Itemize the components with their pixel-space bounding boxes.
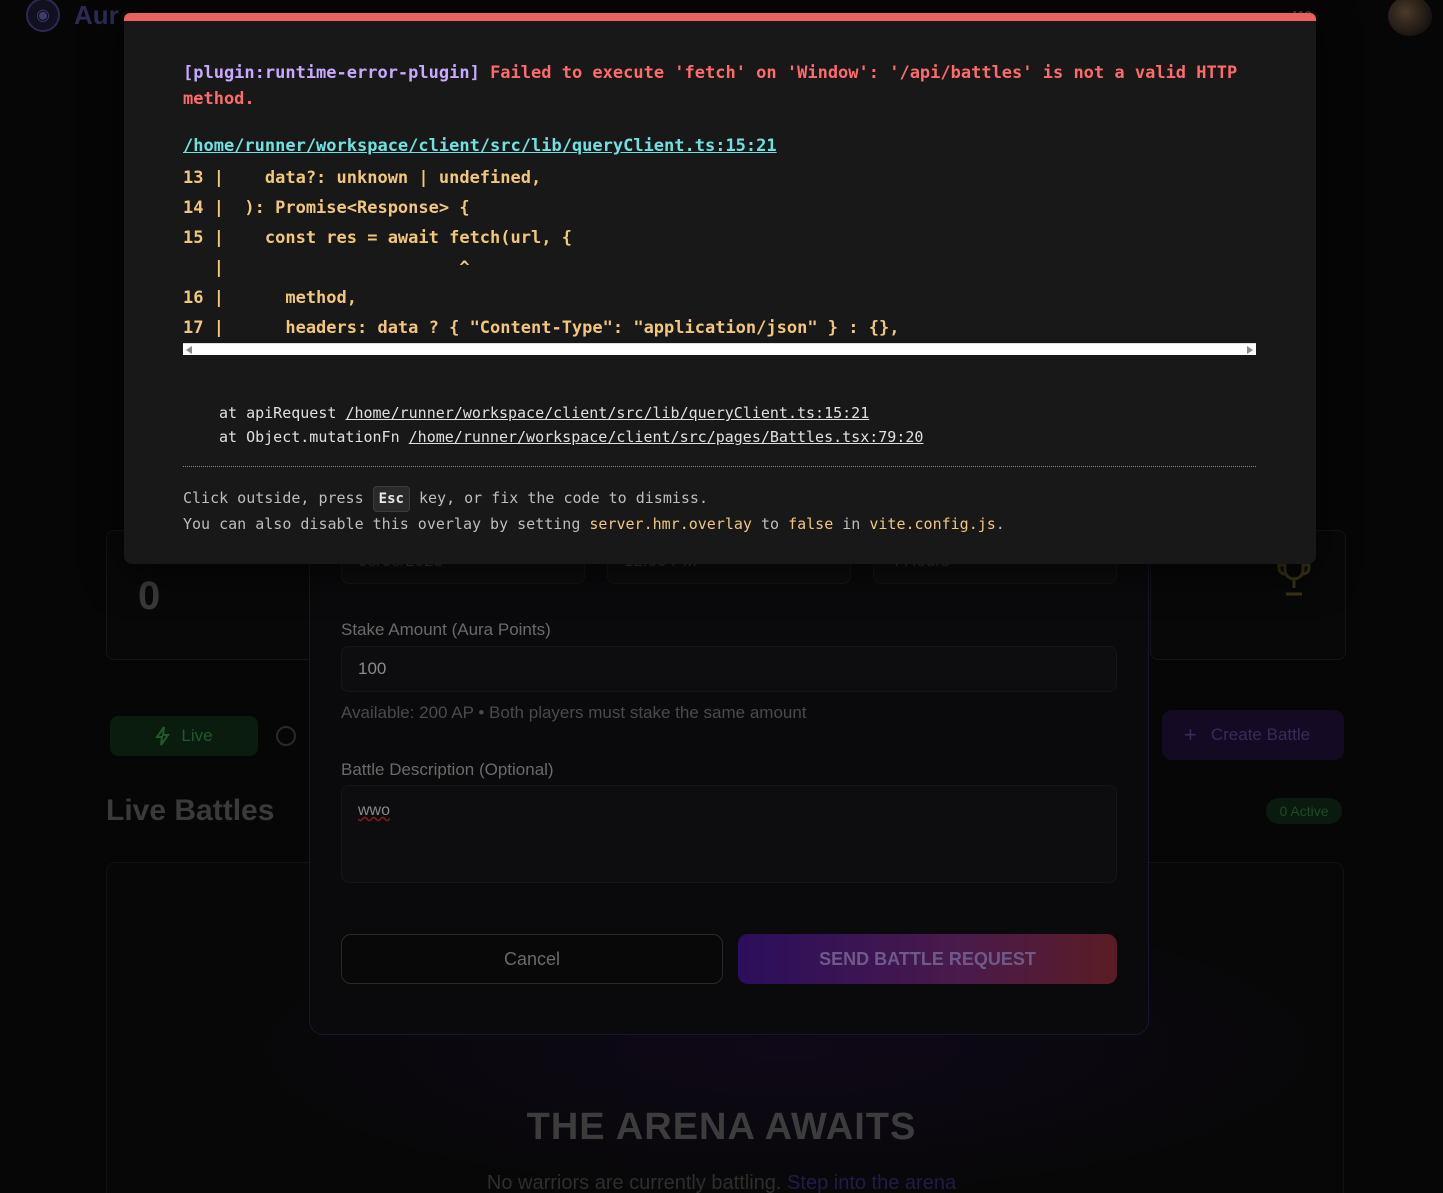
send-battle-request-button[interactable]: SEND BATTLE REQUEST	[738, 934, 1117, 984]
tip2-c: in	[833, 515, 870, 533]
create-battle-label: Create Battle	[1210, 725, 1311, 744]
code-line: | ^	[183, 258, 470, 278]
brand-logo-icon[interactable]: ◉	[26, 0, 60, 32]
step-into-arena-link[interactable]: Step into the arena	[787, 1172, 956, 1193]
create-battle-button[interactable]: + Create Battle	[1162, 710, 1344, 760]
cancel-button[interactable]: Cancel	[341, 934, 723, 984]
stack-frame: at Object.mutationFn /home/runner/worksp…	[219, 425, 923, 449]
tip2-setting: server.hmr.overlay	[589, 515, 752, 533]
stake-input[interactable]: 100	[341, 646, 1117, 692]
scroll-left-arrow-icon[interactable]	[186, 346, 192, 354]
stats-value: 0	[138, 574, 161, 618]
stake-help-text: Available: 200 AP • Both players must st…	[341, 703, 807, 722]
tip2-false: false	[788, 515, 834, 533]
dismiss-tip: Click outside, press Esc key, or fix the…	[183, 485, 708, 512]
stack-frame-fn: at apiRequest	[219, 404, 346, 422]
description-label: Battle Description (Optional)	[341, 760, 554, 779]
error-file-link[interactable]: /home/runner/workspace/client/src/lib/qu…	[183, 136, 777, 156]
error-plugin-name: [plugin:runtime-error-plugin]	[183, 63, 480, 83]
error-overlay[interactable]: [plugin:runtime-error-plugin] Failed to …	[124, 13, 1316, 564]
tab-live-label: Live	[181, 726, 213, 745]
clock-icon[interactable]	[276, 726, 296, 746]
esc-key: Esc	[372, 486, 410, 512]
code-horizontal-scrollbar[interactable]	[183, 343, 1256, 355]
stack-frame-fn: at Object.mutationFn	[219, 428, 409, 446]
stake-label: Stake Amount (Aura Points)	[341, 620, 551, 639]
stack-frame-path[interactable]: /home/runner/workspace/client/src/pages/…	[409, 428, 924, 446]
live-battles-title: Live Battles	[106, 794, 275, 827]
trophy-icon	[1277, 560, 1311, 596]
tip2-a: You can also disable this overlay by set…	[183, 515, 590, 533]
arena-subtitle: No warriors are currently battling. Step…	[0, 1172, 1443, 1193]
tab-live[interactable]: Live	[110, 716, 258, 756]
user-avatar[interactable]	[1388, 0, 1432, 36]
error-message: [plugin:runtime-error-plugin] Failed to …	[183, 60, 1263, 112]
code-line: 16 | method,	[183, 288, 357, 308]
description-value: wwo	[358, 802, 391, 819]
scroll-right-arrow-icon[interactable]	[1247, 346, 1253, 354]
code-line: 14 | ): Promise<Response> {	[183, 198, 470, 218]
brand-name[interactable]: Aur	[74, 0, 119, 31]
code-line: 17 | headers: data ? { "Content-Type": "…	[183, 318, 900, 338]
disable-overlay-tip: You can also disable this overlay by set…	[183, 515, 1005, 533]
tip2-b: to	[751, 515, 789, 533]
plus-icon: +	[1184, 722, 1197, 747]
tip2-file: vite.config.js	[869, 515, 996, 533]
dismiss-tip-prefix: Click outside, press	[183, 489, 373, 507]
dismiss-tip-suffix: key, or fix the code to dismiss.	[409, 489, 708, 507]
arena-title: THE ARENA AWAITS	[526, 1106, 917, 1148]
tip2-d: .	[995, 515, 1005, 533]
stack-frame: at apiRequest /home/runner/workspace/cli…	[219, 401, 923, 425]
active-count-badge: 0 Active	[1266, 798, 1342, 824]
code-frame: 13 | data?: unknown | undefined, 14 | ):…	[183, 163, 1256, 343]
description-textarea[interactable]: wwo	[341, 785, 1117, 883]
stack-frame-path[interactable]: /home/runner/workspace/client/src/lib/qu…	[345, 404, 869, 422]
arena-subtitle-text: No warriors are currently battling.	[486, 1172, 782, 1193]
code-line: 13 | data?: unknown | undefined,	[183, 168, 542, 188]
stack-trace: at apiRequest /home/runner/workspace/cli…	[219, 401, 923, 449]
code-line: 15 | const res = await fetch(url, {	[183, 228, 572, 248]
separator	[183, 466, 1256, 467]
lightning-icon	[155, 726, 171, 746]
